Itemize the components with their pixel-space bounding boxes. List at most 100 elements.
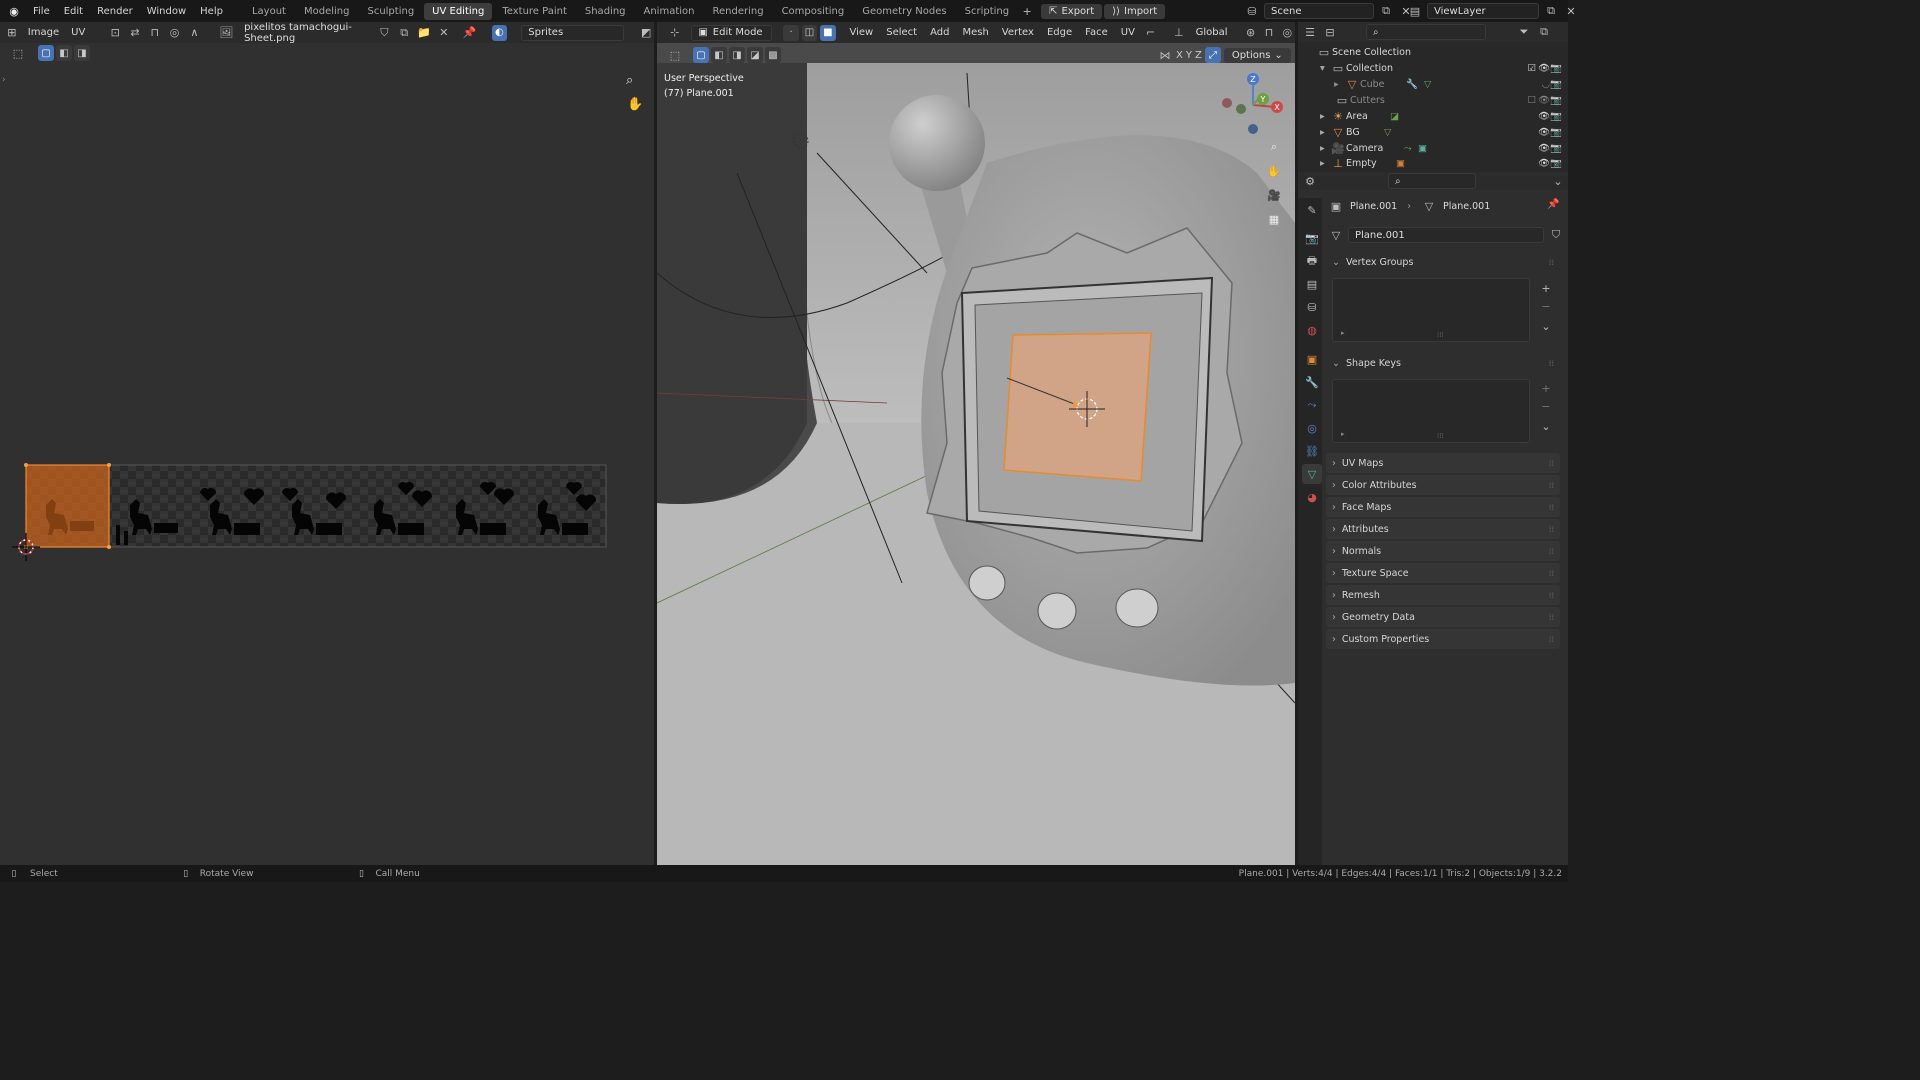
editor-type-icon[interactable]: ⊞ (4, 25, 20, 41)
remove-shape-key-icon[interactable]: − (1538, 398, 1554, 414)
open-image-icon[interactable]: 📁 (416, 25, 432, 41)
outliner-editor-icon[interactable]: ☰ (1302, 24, 1318, 40)
new-collection-icon[interactable]: ⧉ (1536, 24, 1552, 40)
expand-arrow-icon[interactable]: ▸ (1320, 127, 1330, 138)
add-vertex-group-icon[interactable]: + (1538, 280, 1554, 296)
shape-keys-list[interactable]: ▸ ⁞⁞⁞ (1332, 379, 1530, 443)
panel-face-maps[interactable]: › Face Maps ⁞⁞ (1326, 497, 1560, 517)
sel-intersect-icon[interactable]: ▩ (765, 47, 781, 63)
orientation-selector[interactable]: Global (1190, 25, 1240, 41)
expand-arrow-icon[interactable]: ▸ (1320, 143, 1330, 154)
drag-handle-icon[interactable]: ⁞⁞ (1549, 459, 1554, 468)
tab-compositing[interactable]: Compositing (774, 3, 853, 20)
falloff-icon[interactable]: ∧ (186, 25, 202, 41)
visibility-eye-icon[interactable]: 👁 (1538, 127, 1550, 138)
fake-user-shield-icon[interactable]: ⛉ (1548, 227, 1564, 243)
uv-editor-canvas[interactable]: › ⌕ ✋ (0, 63, 654, 865)
drag-handle-icon[interactable]: ⁞⁞ (1549, 525, 1554, 534)
pivot-icon[interactable]: ⊡ (107, 25, 123, 41)
chevron-down-icon[interactable]: ⌄ (1550, 173, 1566, 189)
sel-invert-icon[interactable]: ◪ (747, 47, 763, 63)
physics-tab-icon[interactable]: ◎ (1302, 418, 1322, 438)
menu-uv-3d[interactable]: UV (1116, 27, 1140, 38)
drag-handle-icon[interactable]: ⁞⁞ (1549, 481, 1554, 490)
render-camera-icon[interactable]: 📷 (1550, 127, 1562, 138)
menu-edge[interactable]: Edge (1042, 27, 1077, 38)
properties-search[interactable]: ⌕ (1388, 173, 1476, 189)
visibility-eye-icon[interactable]: 👁 (1538, 111, 1550, 122)
output-tab-icon[interactable]: 🖶 (1302, 251, 1322, 271)
render-camera-icon[interactable]: 📷 (1550, 63, 1562, 74)
checkbox-icon[interactable]: ☑ (1527, 63, 1536, 74)
outliner-item-bg[interactable]: ▸ ▽ BG ▽ 👁 📷 (1298, 124, 1568, 140)
list-resize-handle-icon[interactable]: ⁞⁞⁞ (1437, 331, 1444, 339)
list-expand-icon[interactable]: ▸ (1341, 430, 1345, 438)
viewlayer-icon[interactable]: ▤ (1407, 3, 1423, 19)
zoom-view-icon[interactable]: ⌕ (1266, 139, 1282, 155)
selected-uv-face[interactable] (25, 464, 110, 548)
visibility-eye-icon[interactable]: 👁 (1538, 95, 1550, 106)
panel-custom-properties[interactable]: › Custom Properties ⁞⁞ (1326, 629, 1560, 649)
sel-subtract-icon[interactable]: ◨ (729, 47, 745, 63)
selected-plane-face[interactable] (1003, 332, 1152, 482)
panel-attributes[interactable]: › Attributes ⁞⁞ (1326, 519, 1560, 539)
properties-editor-icon[interactable]: ⚙ (1302, 173, 1318, 189)
filter-icon[interactable]: ⏷ (1516, 24, 1532, 40)
panel-normals[interactable]: › Normals ⁞⁞ (1326, 541, 1560, 561)
editor-type-3d-icon[interactable]: ⊹ (667, 25, 682, 41)
scene-icon[interactable]: ⛁ (1244, 3, 1260, 19)
outliner-item-cutters[interactable]: ▭ Cutters ☐ 👁 📷 (1298, 92, 1568, 108)
snap-3d-icon[interactable]: ⊓ (1261, 25, 1276, 41)
menu-render[interactable]: Render (90, 6, 140, 17)
drag-handle-icon[interactable]: ⁞⁞ (1549, 258, 1554, 267)
material-tab-icon[interactable]: ◕ (1302, 487, 1322, 507)
mesh-data-tab-icon[interactable]: ▽ (1302, 464, 1322, 484)
unlink-image-icon[interactable]: ✕ (436, 25, 452, 41)
mirror-y[interactable]: Y (1186, 50, 1192, 61)
outliner-item-area[interactable]: ▸ ☀ Area ◪ 👁 📷 (1298, 108, 1568, 124)
add-workspace-icon[interactable]: + (1019, 3, 1035, 19)
panel-remesh[interactable]: › Remesh ⁞⁞ (1326, 585, 1560, 605)
move-view-icon[interactable]: ✋ (1266, 163, 1282, 179)
pin-icon[interactable]: 📌 (462, 25, 478, 41)
expand-arrow-icon[interactable]: ▾ (1320, 63, 1330, 74)
orientation-icon[interactable]: ⊥ (1171, 25, 1186, 41)
render-camera-icon[interactable]: 📷 (1550, 79, 1562, 90)
uv-map-selector[interactable]: Sprites (521, 24, 625, 41)
pin-icon[interactable]: 📌 (1547, 199, 1559, 210)
drag-handle-icon[interactable]: ⁞⁞ (1549, 613, 1554, 622)
menu-image[interactable]: Image (24, 27, 63, 38)
camera-view-icon[interactable]: 🎥 (1266, 187, 1282, 203)
mirror-x[interactable]: X (1176, 50, 1183, 61)
outliner-item-empty[interactable]: ▸ ⊥ Empty ▣ 👁 📷 (1298, 156, 1568, 170)
pivot-point-icon[interactable]: ⊛ (1243, 25, 1258, 41)
remove-vertex-group-icon[interactable]: − (1538, 298, 1554, 314)
tab-uv-editing[interactable]: UV Editing (424, 2, 493, 20)
menu-help[interactable]: Help (193, 6, 230, 17)
scene-name-field[interactable]: Scene (1264, 3, 1374, 19)
export-button[interactable]: ⇱ Export (1041, 3, 1103, 19)
edge-select-mode-icon[interactable]: ◫ (801, 24, 818, 41)
tab-texture-paint[interactable]: Texture Paint (494, 3, 575, 20)
tab-scripting[interactable]: Scripting (957, 3, 1017, 20)
fake-user-icon[interactable]: ⛉ (377, 25, 393, 41)
mirror-z[interactable]: Z (1195, 50, 1202, 61)
tab-rendering[interactable]: Rendering (704, 3, 771, 20)
display-mode-icon[interactable]: ⊟ (1322, 24, 1338, 40)
select-mode-new-icon[interactable]: ▢ (38, 45, 54, 61)
checkbox-empty-icon[interactable]: ☐ (1527, 95, 1536, 106)
object-tab-icon[interactable]: ▣ (1302, 349, 1322, 369)
drag-handle-icon[interactable]: ⁞⁞ (1549, 359, 1554, 368)
ortho-toggle-icon[interactable]: ▦ (1266, 211, 1282, 227)
auto-merge-icon[interactable]: ⤢ (1204, 47, 1221, 63)
menu-edit[interactable]: Edit (57, 6, 90, 17)
blender-logo-icon[interactable]: ◉ (6, 3, 22, 19)
scene-tab-icon[interactable]: ⛁ (1302, 297, 1322, 317)
duplicate-image-icon[interactable]: ⧉ (396, 25, 412, 41)
menu-add[interactable]: Add (925, 27, 954, 38)
particles-tab-icon[interactable]: ⤳ (1302, 395, 1322, 415)
render-camera-icon[interactable]: 📷 (1550, 143, 1562, 154)
tab-sculpting[interactable]: Sculpting (359, 3, 422, 20)
select-mode-extend-icon[interactable]: ◧ (56, 45, 72, 61)
overlay-toggle-icon[interactable]: ◐ (491, 24, 508, 41)
